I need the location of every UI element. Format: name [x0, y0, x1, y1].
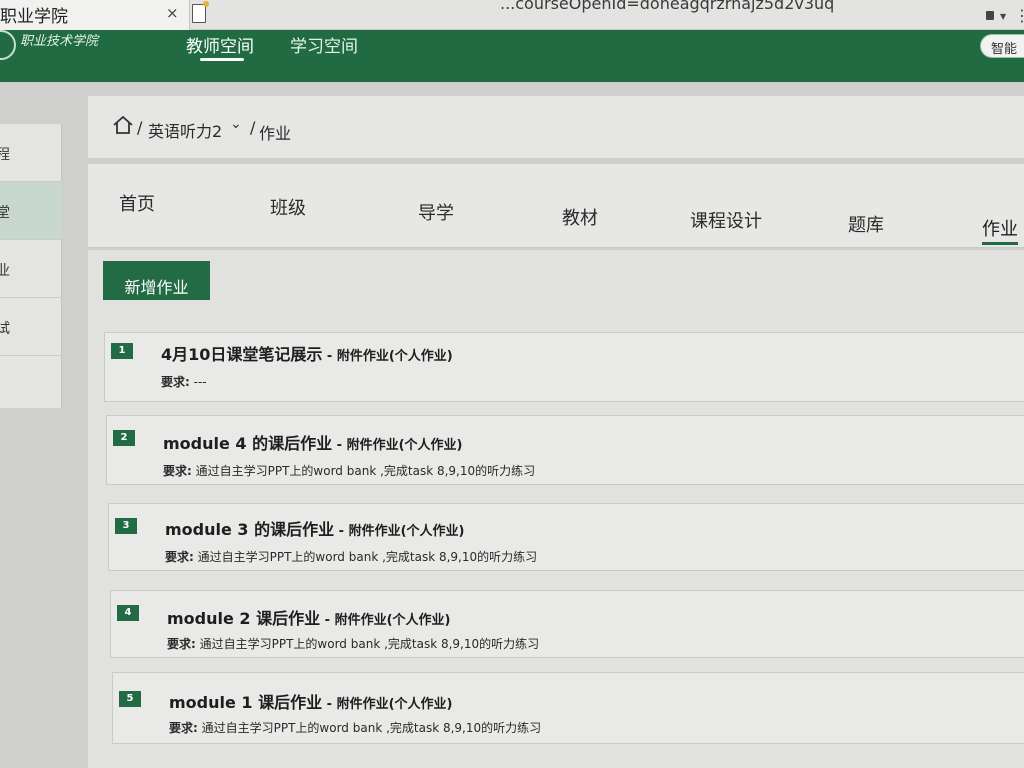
homework-title[interactable]: module 2 课后作业 - 附件作业(个人作业) — [167, 605, 450, 629]
school-logo[interactable]: 职业技术学院 — [0, 30, 160, 76]
requirement-label: 要求: — [169, 721, 198, 735]
tab-homework[interactable]: 作业 — [982, 215, 1018, 241]
sidebar-item-homework[interactable]: 业 — [0, 240, 62, 298]
requirement-label: 要求: — [161, 375, 190, 389]
smart-assistant-button[interactable]: 智能 — [980, 34, 1024, 58]
requirement-label: 要求: — [167, 637, 196, 651]
nav-teacher-space[interactable]: 教师空间 — [186, 32, 254, 57]
list-item[interactable]: 5 module 1 课后作业 - 附件作业(个人作业) 要求: 通过自主学习P… — [112, 672, 1024, 744]
breadcrumb — [88, 96, 1024, 158]
browser-tab-title: 职业学院 — [0, 7, 68, 27]
tab-guide[interactable]: 导学 — [418, 199, 454, 225]
tab-question-bank[interactable]: 题库 — [848, 211, 884, 237]
sidebar-item-label: 程 — [0, 147, 10, 163]
breadcrumb-course[interactable]: 英语听力2 — [148, 118, 222, 142]
site-header: 职业技术学院 教师空间 学习空间 — [0, 30, 1024, 82]
homework-requirement: 要求: 通过自主学习PPT上的word bank ,完成task 8,9,10的… — [165, 548, 537, 565]
list-item[interactable]: 2 module 4 的课后作业 - 附件作业(个人作业) 要求: 通过自主学习… — [106, 415, 1024, 485]
homework-requirement: 要求: --- — [161, 373, 207, 390]
homework-title-text: module 2 课后作业 — [167, 609, 321, 628]
tab-textbook[interactable]: 教材 — [562, 204, 598, 230]
browser-toolbar: 职业学院 × ...courseOpenId=doheagqrzrnajz5d2… — [0, 0, 1024, 30]
homework-title-text: module 3 的课后作业 — [165, 520, 335, 539]
home-icon[interactable] — [112, 115, 134, 135]
list-item[interactable]: 4 module 2 课后作业 - 附件作业(个人作业) 要求: 通过自主学习P… — [110, 590, 1024, 658]
homework-title[interactable]: 4月10日课堂笔记展示 - 附件作业(个人作业) — [161, 341, 453, 365]
homework-requirement: 要求: 通过自主学习PPT上的word bank ,完成task 8,9,10的… — [169, 719, 541, 736]
homework-number: 1 — [111, 343, 133, 359]
sidebar-item-label: 业 — [0, 263, 10, 279]
nav-learning-space[interactable]: 学习空间 — [290, 32, 358, 57]
chevron-down-icon[interactable]: ⌄ — [230, 116, 242, 132]
requirement-label: 要求: — [163, 464, 192, 478]
requirement-text: --- — [189, 375, 207, 389]
tab-class[interactable]: 班级 — [270, 194, 306, 220]
tab-course-design[interactable]: 课程设计 — [690, 207, 762, 233]
requirement-label: 要求: — [165, 550, 194, 564]
list-item[interactable]: 3 module 3 的课后作业 - 附件作业(个人作业) 要求: 通过自主学习… — [108, 503, 1024, 571]
sidebar-item-label: 试 — [0, 321, 10, 337]
add-homework-button[interactable]: 新增作业 — [103, 261, 210, 300]
homework-type: - 附件作业(个人作业) — [322, 697, 453, 712]
homework-requirement: 要求: 通过自主学习PPT上的word bank ,完成task 8,9,10的… — [163, 462, 535, 479]
list-item[interactable]: 1 4月10日课堂笔记展示 - 附件作业(个人作业) 要求: --- — [104, 332, 1024, 402]
requirement-text: 通过自主学习PPT上的word bank ,完成task 8,9,10的听力练习 — [193, 550, 538, 564]
requirement-text: 通过自主学习PPT上的word bank ,完成task 8,9,10的听力练习 — [195, 637, 540, 651]
breadcrumb-current: 作业 — [259, 124, 292, 143]
requirement-text: 通过自主学习PPT上的word bank ,完成task 8,9,10的听力练习 — [197, 721, 542, 735]
emblem-icon — [0, 30, 16, 60]
sidebar-item-course[interactable]: 程 — [0, 124, 62, 182]
homework-title[interactable]: module 4 的课后作业 - 附件作业(个人作业) — [163, 430, 462, 454]
homework-title[interactable]: module 3 的课后作业 - 附件作业(个人作业) — [165, 516, 464, 540]
homework-number: 2 — [113, 430, 135, 446]
breadcrumb-separator: / — [250, 118, 256, 137]
homework-title-text: 4月10日课堂笔记展示 — [161, 345, 323, 364]
homework-type: - 附件作业(个人作业) — [320, 613, 451, 628]
homework-type: - 附件作业(个人作业) — [332, 438, 463, 453]
sidebar: 程 堂 业 试 — [0, 124, 62, 408]
sidebar-item-exam[interactable]: 试 — [0, 298, 62, 356]
homework-number: 4 — [117, 605, 139, 621]
nav-active-indicator — [200, 58, 244, 61]
logo-text: 职业技术学院 — [20, 34, 99, 49]
breadcrumb-separator: / — [137, 118, 143, 137]
tab-home[interactable]: 首页 — [119, 190, 155, 216]
homework-title-text: module 1 课后作业 — [169, 693, 323, 712]
menu-icon[interactable]: ⋮ — [1014, 6, 1024, 25]
homework-title[interactable]: module 1 课后作业 - 附件作业(个人作业) — [169, 689, 452, 713]
browser-tab[interactable]: 职业学院 × — [0, 0, 190, 30]
dropdown-icon[interactable]: ▼ — [1000, 12, 1006, 21]
sidebar-item-classroom[interactable]: 堂 — [0, 182, 62, 240]
homework-requirement: 要求: 通过自主学习PPT上的word bank ,完成task 8,9,10的… — [167, 635, 539, 652]
homework-title-text: module 4 的课后作业 — [163, 434, 333, 453]
lock-icon — [986, 11, 994, 20]
address-bar[interactable]: ...courseOpenId=doheagqrzrnajz5d2v3uq — [500, 0, 1010, 22]
tab-active-indicator — [982, 242, 1018, 245]
requirement-text: 通过自主学习PPT上的word bank ,完成task 8,9,10的听力练习 — [191, 464, 536, 478]
homework-number: 3 — [115, 518, 137, 534]
homework-type: - 附件作业(个人作业) — [334, 524, 465, 539]
new-tab-icon[interactable] — [192, 1, 209, 23]
homework-number: 5 — [119, 691, 141, 707]
sidebar-item-label: 堂 — [0, 205, 10, 221]
close-icon[interactable]: × — [166, 4, 179, 22]
homework-type: - 附件作业(个人作业) — [322, 349, 453, 364]
